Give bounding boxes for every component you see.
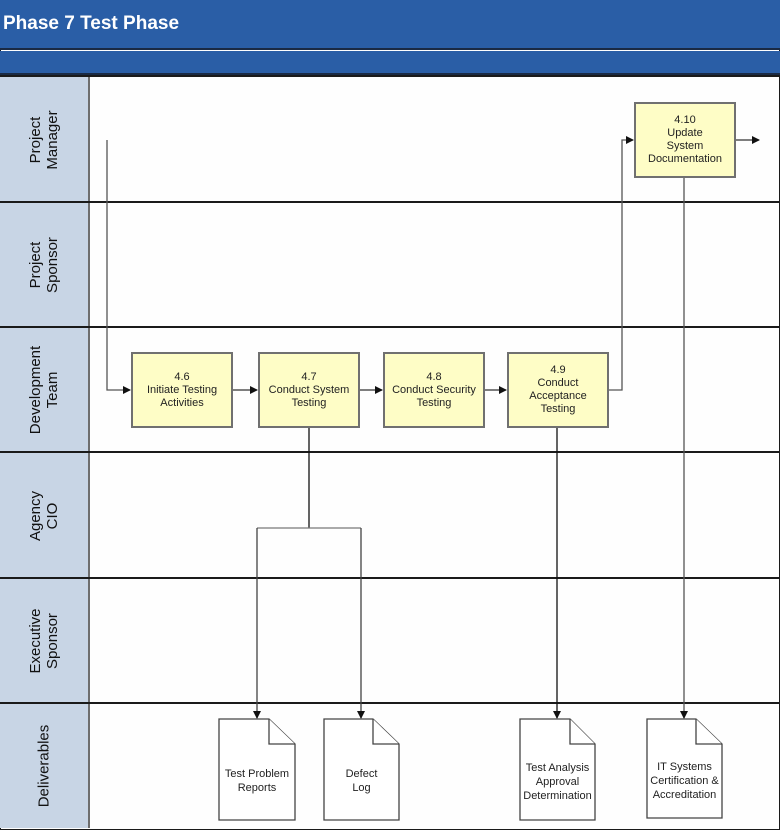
deliverable-it-systems-certification[interactable]: IT Systems Certification & Accreditation (643, 760, 726, 802)
activity-4-10[interactable]: 4.10 Update System Documentation (634, 102, 736, 178)
flow-4-9-to-4-10 (607, 136, 634, 391)
activity-4-8[interactable]: 4.8 Conduct Security Testing (383, 352, 485, 428)
deliverable-test-problem-reports[interactable]: Test Problem Reports (219, 767, 295, 795)
activity-id: 4.8 (426, 370, 442, 383)
activity-4-7[interactable]: 4.7 Conduct System Testing (258, 352, 360, 428)
activity-id: 4.6 (174, 370, 190, 383)
activity-4-9[interactable]: 4.9 Conduct Acceptance Testing (507, 352, 609, 428)
activity-label: Initiate Testing Activities (146, 383, 218, 409)
activity-label: Conduct Security Testing (392, 383, 476, 409)
activity-label: Conduct System Testing (268, 383, 350, 409)
activity-label: Update System Documentation (648, 127, 722, 165)
deliverable-defect-log[interactable]: Defect Log (324, 767, 399, 795)
activity-id: 4.9 (550, 364, 566, 376)
activity-id: 4.7 (301, 370, 317, 383)
activity-label: Conduct Acceptance Testing (529, 377, 587, 415)
deliverable-test-analysis-approval-determination[interactable]: Test Analysis Approval Determination (516, 761, 599, 803)
activity-4-6[interactable]: 4.6 Initiate Testing Activities (131, 352, 233, 428)
activity-id: 4.10 (674, 114, 696, 126)
flow-start-to-4-6 (106, 140, 131, 394)
